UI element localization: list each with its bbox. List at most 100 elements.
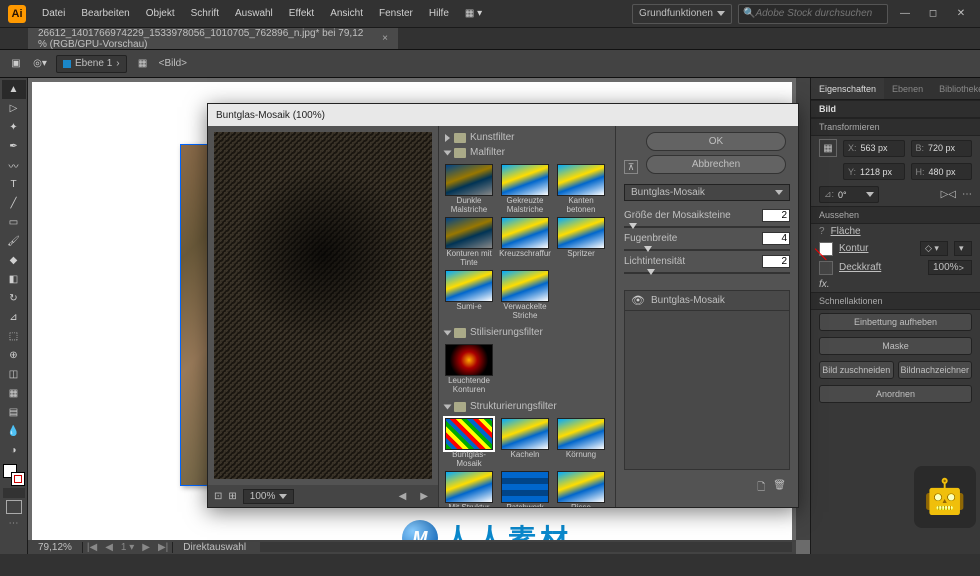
- tab-libraries[interactable]: Bibliotheken: [931, 78, 980, 99]
- param-slider[interactable]: [624, 247, 790, 253]
- shape-builder-tool[interactable]: ⊕: [2, 346, 26, 365]
- preview-zoom[interactable]: 100%: [243, 489, 295, 504]
- stroke-swatch[interactable]: [819, 242, 833, 256]
- filter-preview-image[interactable]: [214, 132, 432, 479]
- gradient-tool[interactable]: ▤: [2, 403, 26, 422]
- menu-effect[interactable]: Effekt: [281, 0, 322, 28]
- effect-layer-row[interactable]: 👁 Buntglas-Mosaik: [625, 291, 789, 311]
- menu-select[interactable]: Auswahl: [227, 0, 281, 28]
- actual-icon[interactable]: ⊞: [228, 491, 236, 502]
- selection-tool[interactable]: ▲: [2, 80, 26, 99]
- h-scroll-track[interactable]: [260, 542, 792, 552]
- pen-tool[interactable]: ✒: [2, 137, 26, 156]
- zoom-level[interactable]: 79,12%: [28, 542, 83, 553]
- filter-thumb[interactable]: Kacheln: [499, 418, 551, 467]
- layer-indicator[interactable]: Ebene 1›: [56, 55, 127, 73]
- filter-thumb[interactable]: Sumi-e: [443, 270, 495, 319]
- target-icon[interactable]: ◎▾: [32, 56, 48, 72]
- stroke-weight[interactable]: ◇ ▾: [920, 241, 948, 256]
- tab-layers[interactable]: Ebenen: [884, 78, 931, 99]
- menu-object[interactable]: Objekt: [138, 0, 183, 28]
- crop-image-button[interactable]: Bild zuschneiden: [819, 361, 894, 379]
- document-tab[interactable]: 26612_1401766974229_1533978056_1010705_7…: [28, 28, 398, 49]
- reference-point[interactable]: ▦: [819, 139, 837, 157]
- shaper-tool[interactable]: ◆: [2, 251, 26, 270]
- opacity-swatch[interactable]: [819, 261, 833, 275]
- param-slider[interactable]: [624, 270, 790, 276]
- stock-search-input[interactable]: [755, 8, 883, 19]
- menu-type[interactable]: Schrift: [183, 0, 227, 28]
- cat-kunstfilter[interactable]: Kunstfilter: [443, 130, 611, 145]
- filter-thumb[interactable]: Mit Struktur versehen: [443, 471, 495, 507]
- param-value[interactable]: 4: [762, 232, 790, 245]
- cat-strukturierung[interactable]: Strukturierungsfilter: [443, 399, 611, 414]
- edit-toolbar[interactable]: ⋯: [9, 518, 19, 529]
- perspective-tool[interactable]: ◫: [2, 365, 26, 384]
- menu-window[interactable]: Fenster: [371, 0, 421, 28]
- cat-stilisierung[interactable]: Stilisierungsfilter: [443, 325, 611, 340]
- opacity-field[interactable]: 100% >: [928, 260, 972, 275]
- paintbrush-tool[interactable]: 🖌: [2, 232, 26, 251]
- mask-button[interactable]: Maske: [819, 337, 972, 355]
- rotate-tool[interactable]: ↻: [2, 289, 26, 308]
- nav-last[interactable]: ▶|: [154, 542, 172, 553]
- visibility-icon[interactable]: 👁: [631, 294, 645, 307]
- window-restore[interactable]: ◻: [922, 8, 944, 19]
- x-field[interactable]: X:563 px: [843, 140, 905, 157]
- curvature-tool[interactable]: 〰: [2, 156, 26, 175]
- close-tab-icon[interactable]: ×: [382, 33, 388, 44]
- stock-search[interactable]: 🔍: [738, 4, 888, 24]
- filter-thumb[interactable]: Konturen mit Tinte nachzeichnen: [443, 217, 495, 266]
- menu-layout-icon[interactable]: ▦ ▾: [457, 0, 490, 28]
- width-tool[interactable]: ⊿: [2, 308, 26, 327]
- fit-icon[interactable]: ⊡: [214, 491, 222, 502]
- tab-properties[interactable]: Eigenschaften: [811, 78, 884, 99]
- filter-thumb[interactable]: Risse: [555, 471, 607, 507]
- filter-category-list[interactable]: Kunstfilter Malfilter Dunkle MalstricheG…: [438, 126, 616, 507]
- filter-thumb[interactable]: Spritzer: [555, 217, 607, 266]
- opacity-link[interactable]: Deckkraft: [839, 262, 881, 273]
- param-value[interactable]: 2: [762, 209, 790, 222]
- cat-malfilter[interactable]: Malfilter: [443, 145, 611, 160]
- stroke-units[interactable]: ▾: [954, 241, 972, 256]
- filter-thumb[interactable]: Gekreuzte Malstriche: [499, 164, 551, 213]
- filter-thumb[interactable]: Patchwork: [499, 471, 551, 507]
- cancel-button[interactable]: Abbrechen: [646, 155, 786, 174]
- flip-h-icon[interactable]: ▷◁: [941, 189, 956, 200]
- stroke-link[interactable]: Kontur: [839, 243, 868, 254]
- filter-thumb[interactable]: Körnung: [555, 418, 607, 467]
- filter-thumb[interactable]: Kanten betonen: [555, 164, 607, 213]
- artboard-num[interactable]: 1 ▾: [117, 542, 138, 553]
- menu-file[interactable]: Datei: [34, 0, 73, 28]
- fill-stroke-swatch[interactable]: [3, 464, 25, 486]
- ok-button[interactable]: OK: [646, 132, 786, 151]
- image-trace-button[interactable]: Bildnachzeichner: [898, 361, 973, 379]
- filter-thumb[interactable]: Kreuzschraffur: [499, 217, 551, 266]
- collapse-filters-button[interactable]: ⊼: [624, 160, 638, 174]
- draw-mode[interactable]: [3, 488, 25, 498]
- fill-link[interactable]: Fläche: [831, 226, 861, 237]
- w-field[interactable]: B:720 px: [911, 140, 973, 157]
- window-minimize[interactable]: —: [894, 8, 916, 19]
- eraser-tool[interactable]: ◧: [2, 270, 26, 289]
- param-slider[interactable]: [624, 224, 790, 230]
- unembed-button[interactable]: Einbettung aufheben: [819, 313, 972, 331]
- menu-help[interactable]: Hilfe: [421, 0, 457, 28]
- arrange-button[interactable]: Anordnen: [819, 385, 972, 403]
- delete-effect-layer-icon[interactable]: 🗑: [773, 480, 786, 497]
- type-tool[interactable]: T: [2, 175, 26, 194]
- eyedropper-tool[interactable]: 💧: [2, 422, 26, 441]
- preview-next[interactable]: ▶: [420, 491, 428, 502]
- nav-next[interactable]: ▶: [138, 542, 154, 553]
- line-tool[interactable]: ╱: [2, 194, 26, 213]
- filter-name-dropdown[interactable]: Buntglas-Mosaik: [624, 184, 790, 201]
- menu-edit[interactable]: Bearbeiten: [73, 0, 137, 28]
- preview-prev[interactable]: ◀: [399, 491, 407, 502]
- param-value[interactable]: 2: [762, 255, 790, 268]
- rectangle-tool[interactable]: ▭: [2, 213, 26, 232]
- nav-first[interactable]: |◀: [83, 542, 101, 553]
- filter-thumb[interactable]: Verwackelte Striche: [499, 270, 551, 319]
- new-effect-layer-icon[interactable]: 🗋: [757, 480, 765, 497]
- free-transform-tool[interactable]: ⬚: [2, 327, 26, 346]
- screen-mode[interactable]: [6, 500, 22, 514]
